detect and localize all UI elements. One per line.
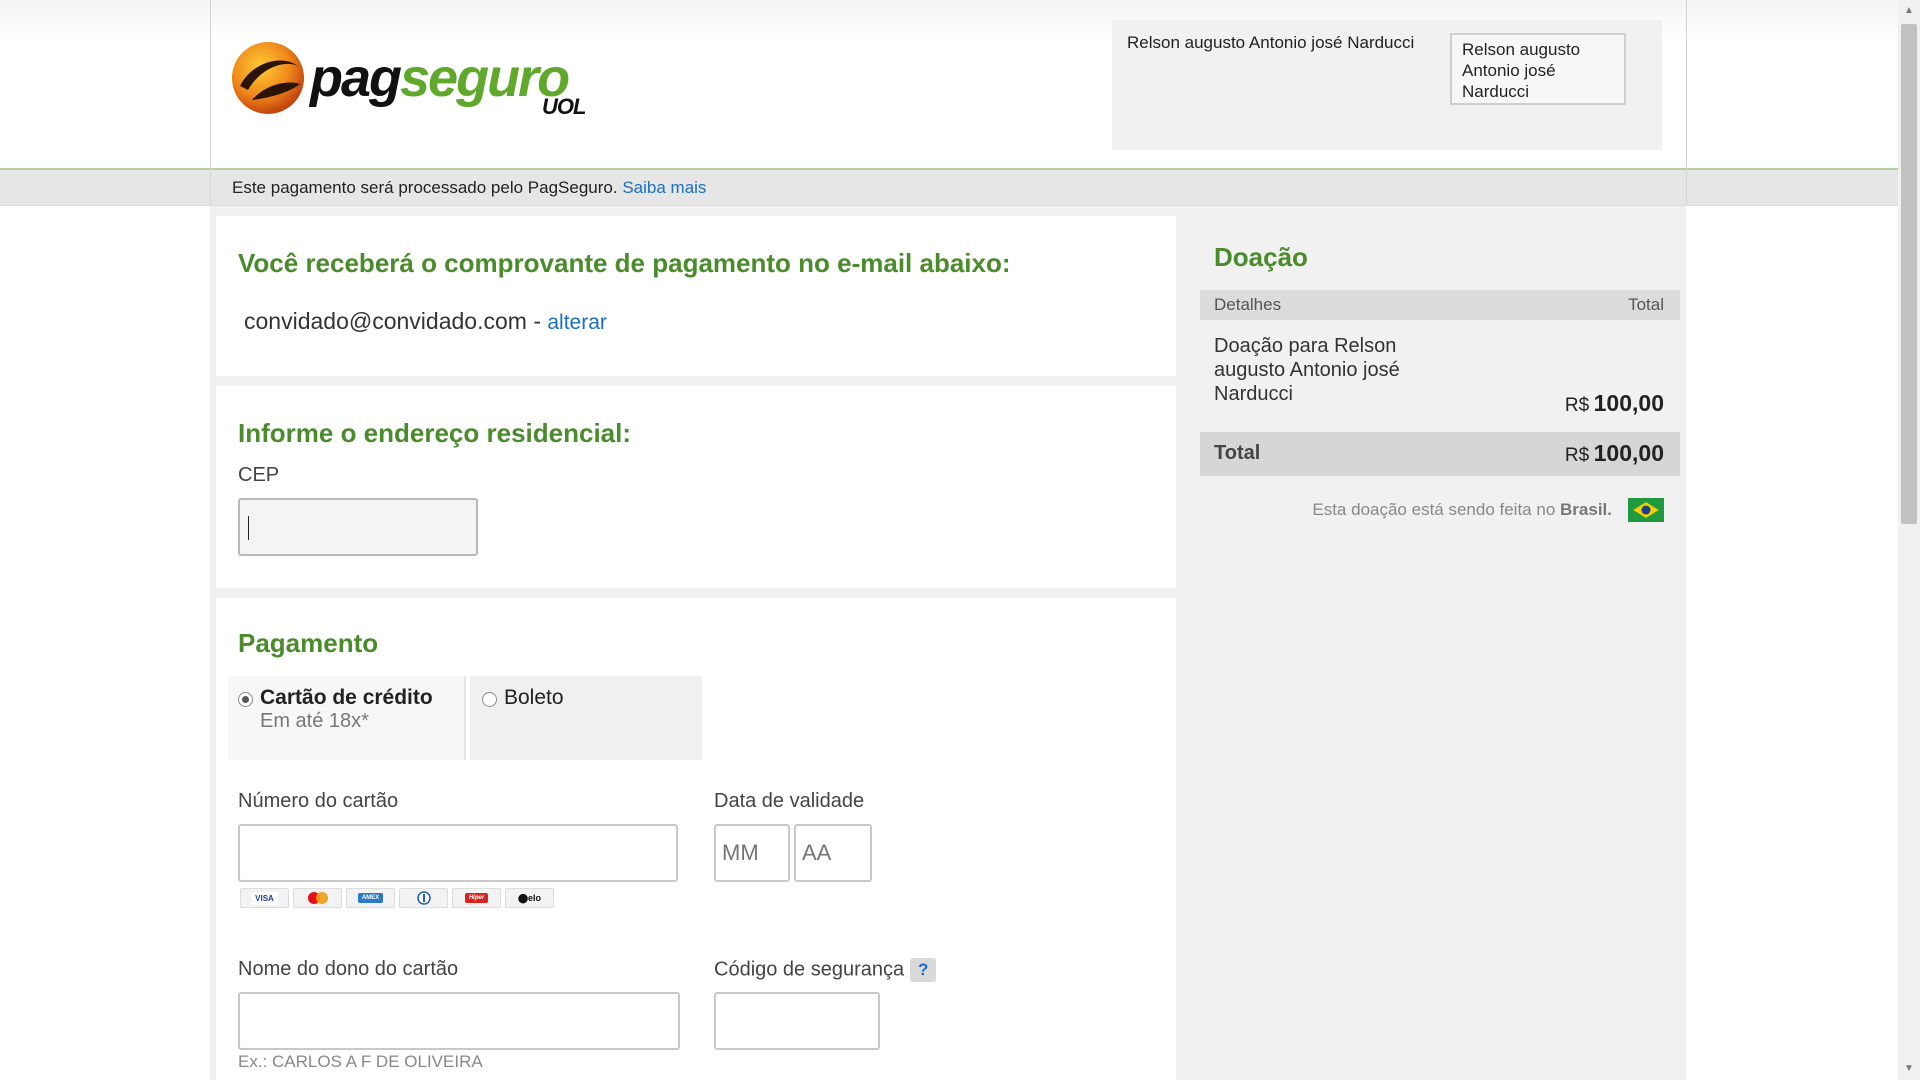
info-divider-left xyxy=(210,170,211,205)
tab-credit-card[interactable]: Cartão de crédito Em até 18x* xyxy=(228,676,466,760)
info-text: Este pagamento será processado pelo PagS… xyxy=(232,178,706,198)
item-description: Doação para Relson augusto Antonio josé … xyxy=(1214,335,1400,405)
visa-icon: VISA xyxy=(240,888,289,908)
scroll-down-arrow-icon[interactable]: ▼ xyxy=(1898,1060,1920,1078)
tab-boleto[interactable]: Boleto xyxy=(470,676,702,760)
boleto-radio[interactable] xyxy=(482,692,497,707)
card-holder-input[interactable] xyxy=(238,992,680,1050)
brazil-flag-icon xyxy=(1628,498,1664,522)
saiba-mais-link[interactable]: Saiba mais xyxy=(622,178,706,197)
total-price: R$ 100,00 xyxy=(1565,440,1664,467)
expiry-month-input[interactable] xyxy=(714,824,790,882)
country-text: Esta doação está sendo feita no xyxy=(1312,500,1556,519)
cvv-label: Código de segurança xyxy=(714,958,905,981)
total-label: Total xyxy=(1214,442,1261,464)
info-divider-right xyxy=(1686,170,1687,205)
item-amount: 100,00 xyxy=(1593,390,1664,416)
change-email-link[interactable]: alterar xyxy=(547,311,607,334)
cvv-input[interactable] xyxy=(714,992,880,1050)
credit-card-installments: Em até 18x* xyxy=(260,710,369,732)
summary-title: Doação xyxy=(1214,242,1308,272)
email-separator: - xyxy=(533,308,541,334)
address-section: Informe o endereço residencial: CEP xyxy=(216,386,1176,588)
cvv-help-icon[interactable]: ? xyxy=(910,958,937,982)
card-brands: VISA AMEX Hiper ⬤elo xyxy=(240,888,554,908)
card-number-input[interactable] xyxy=(238,824,678,882)
scrollbar-thumb[interactable] xyxy=(1901,24,1917,524)
item-currency: R$ xyxy=(1564,395,1590,416)
credit-card-radio[interactable] xyxy=(238,692,253,707)
hipercard-icon: Hiper xyxy=(452,888,501,908)
card-holder-label: Nome do dono do cartão xyxy=(238,958,459,980)
user-name: Relson augusto Antonio josé Narducci xyxy=(1127,33,1415,52)
cvv-label-row: Código de segurança? xyxy=(714,958,937,982)
cep-label: CEP xyxy=(238,464,280,486)
country-name: Brasil. xyxy=(1560,500,1612,519)
logo-uol: UOL xyxy=(542,94,586,119)
credit-card-label: Cartão de crédito xyxy=(260,686,433,709)
boleto-label: Boleto xyxy=(504,686,564,709)
text-caret xyxy=(248,516,249,540)
details-column-header: Detalhes xyxy=(1214,295,1282,314)
scroll-up-arrow-icon[interactable]: ▲ xyxy=(1898,2,1920,20)
total-column-header: Total xyxy=(1628,295,1664,314)
email-line: convidado@convidado.com - alterar xyxy=(244,308,607,335)
total-currency: R$ xyxy=(1564,445,1590,466)
page-scrollbar[interactable]: ▲ ▼ xyxy=(1898,0,1920,1080)
pagseguro-logo-icon xyxy=(232,42,304,114)
info-bar: Este pagamento será processado pelo PagS… xyxy=(0,170,1898,206)
item-price: R$ 100,00 xyxy=(1565,390,1664,417)
info-message: Este pagamento será processado pelo PagS… xyxy=(232,178,618,197)
logo-word-pag: pag xyxy=(310,48,402,108)
header-bar: pagseguro UOL Relson augusto Antonio jos… xyxy=(0,0,1898,205)
address-section-title: Informe o endereço residencial: xyxy=(238,418,632,448)
email-section-title: Você receberá o comprovante de pagamento… xyxy=(238,248,1011,278)
amex-icon: AMEX xyxy=(346,888,395,908)
cep-input[interactable] xyxy=(238,498,478,556)
user-select[interactable]: Relson augusto Antonio josé Narducci xyxy=(1450,33,1626,105)
logo-wordmark: pagseguro xyxy=(310,48,570,108)
card-holder-hint: Ex.: CARLOS A F DE OLIVEIRA xyxy=(238,1052,483,1071)
payment-section: Pagamento Cartão de crédito Em até 18x* … xyxy=(216,598,1176,1080)
diners-icon xyxy=(399,888,448,908)
user-box: Relson augusto Antonio josé Narducci Rel… xyxy=(1112,20,1662,150)
total-amount: 100,00 xyxy=(1593,440,1664,466)
expiry-label: Data de validade xyxy=(714,790,865,812)
email-value: convidado@convidado.com xyxy=(244,308,527,334)
elo-icon: ⬤elo xyxy=(505,888,554,908)
payment-section-title: Pagamento xyxy=(238,628,379,658)
country-info: Esta doação está sendo feita no Brasil. xyxy=(1312,498,1664,522)
summary-header: Detalhes Total xyxy=(1200,290,1680,320)
pagseguro-logo[interactable]: pagseguro UOL xyxy=(230,38,610,124)
card-number-label: Número do cartão xyxy=(238,790,399,812)
expiry-year-input[interactable] xyxy=(794,824,872,882)
mastercard-icon xyxy=(293,888,342,908)
email-section: Você receberá o comprovante de pagamento… xyxy=(216,216,1176,376)
summary-total-row: Total R$ 100,00 xyxy=(1200,432,1680,476)
